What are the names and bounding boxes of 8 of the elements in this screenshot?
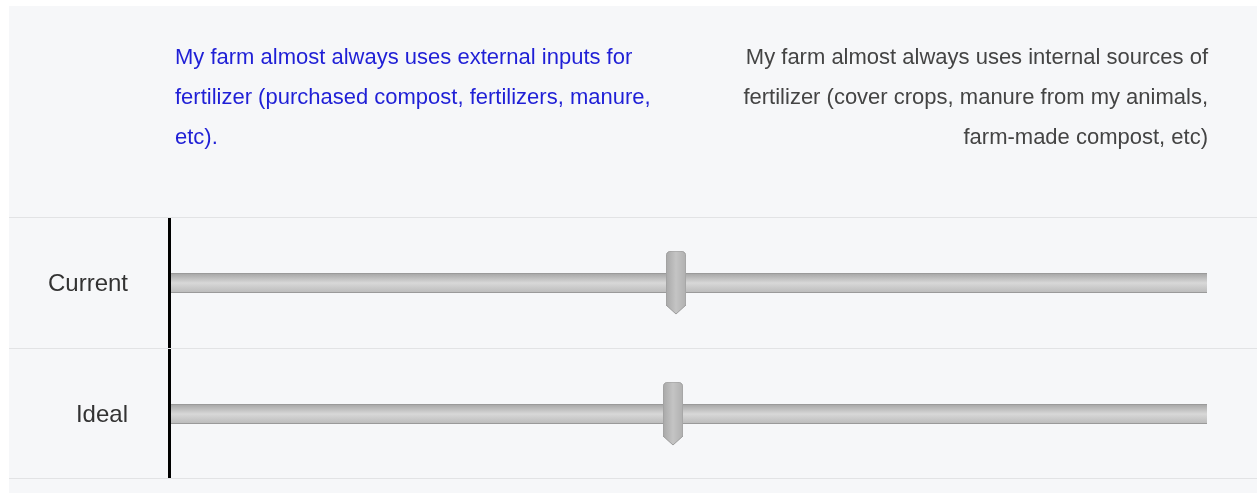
row-label: Current (47, 268, 128, 298)
left-anchor-label: My farm almost always uses external inputs for fertilizer (purchased compost, fertilizers, manure, etc). (175, 43, 652, 151)
right-anchor-label: My farm almost always uses internal sources of fertilizer (cover crops, manure from my animals, farm-made compost, etc) (742, 43, 1208, 151)
slider-handle[interactable] (663, 381, 684, 446)
slider-handle[interactable] (665, 251, 686, 315)
slider-track[interactable] (171, 403, 1207, 424)
slider-track[interactable] (171, 273, 1207, 293)
row-label: Ideal (75, 398, 128, 429)
